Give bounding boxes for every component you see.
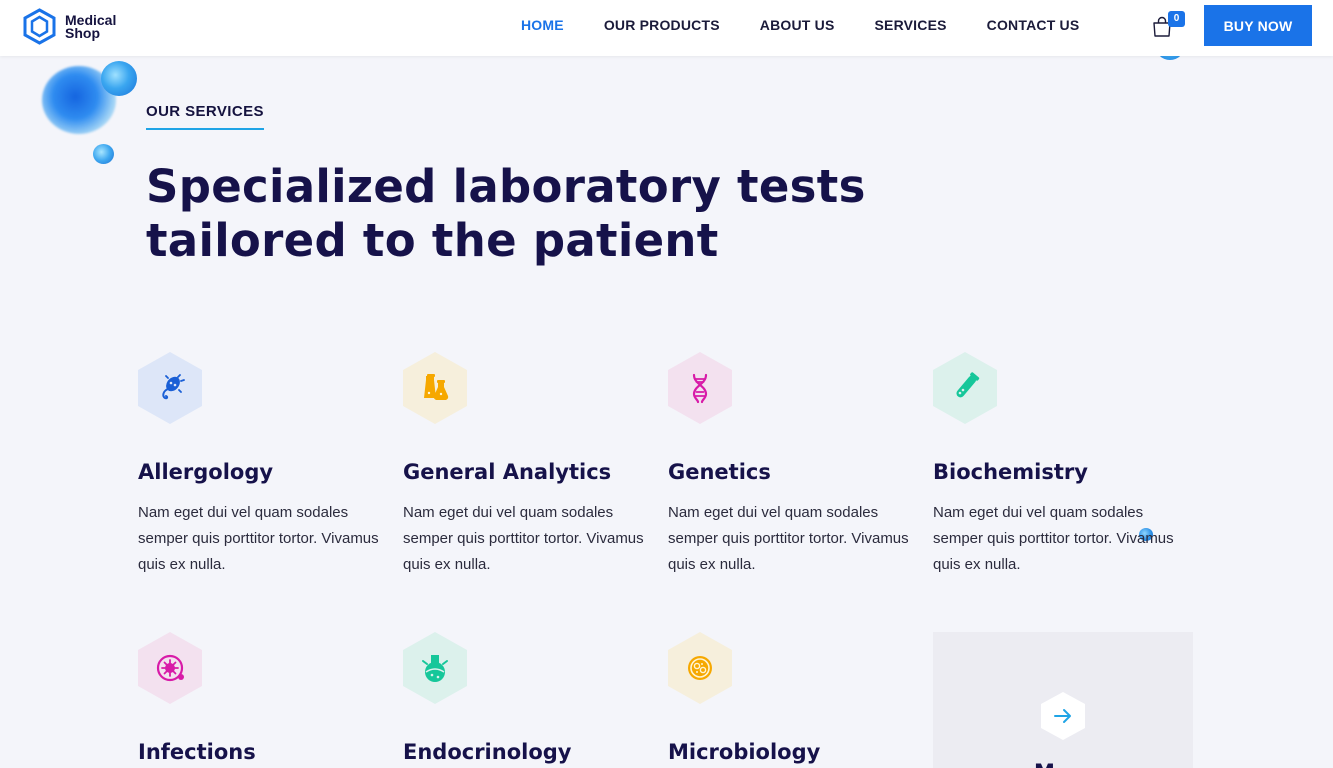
- service-icon-badge: [403, 632, 467, 704]
- service-icon-badge: [138, 632, 202, 704]
- nav-our-products[interactable]: OUR PRODUCTS: [604, 17, 720, 33]
- bacteria-icon: [162, 374, 185, 400]
- main-nav: HOME OUR PRODUCTS ABOUT US SERVICES CONT…: [521, 17, 1119, 33]
- cart-button[interactable]: 0: [1151, 11, 1185, 39]
- service-icon-badge: [933, 352, 997, 424]
- dna-icon: [692, 373, 708, 404]
- buy-now-button[interactable]: BUY NOW: [1204, 5, 1312, 46]
- section-kicker: OUR SERVICES: [146, 103, 264, 130]
- petri-dish-icon: [688, 656, 712, 680]
- section-headline: Specialized laboratory tests tailored to…: [146, 160, 926, 268]
- service-description: Nam eget dui vel quam sodales semper qui…: [403, 504, 644, 573]
- service-icon-badge: [668, 632, 732, 704]
- service-description: Nam eget dui vel quam sodales semper qui…: [668, 504, 909, 573]
- more-card-label: M: [1034, 760, 1055, 768]
- service-title: General Analytics: [403, 460, 612, 484]
- headline-line-2: tailored to the patient: [146, 214, 719, 267]
- lab-flasks-icon: [424, 374, 449, 401]
- round-flask-icon: [422, 655, 448, 682]
- service-card-endocrinology[interactable]: Endocrinology: [403, 632, 653, 768]
- more-arrow-badge: [1041, 692, 1085, 740]
- site-header: Medical Shop HOME OUR PRODUCTS ABOUT US …: [0, 0, 1333, 56]
- service-card-general-analytics[interactable]: General Analytics Nam eget dui vel quam …: [403, 352, 653, 582]
- service-description: Nam eget dui vel quam sodales semper qui…: [933, 504, 1174, 573]
- logo[interactable]: Medical Shop: [23, 8, 116, 45]
- headline-line-1: Specialized laboratory tests: [146, 160, 866, 213]
- arrow-right-icon: [1054, 709, 1071, 723]
- service-icon-badge: [138, 352, 202, 424]
- hexagon-logo-icon: [23, 8, 56, 45]
- logo-line-2: Shop: [65, 24, 100, 41]
- nav-about-us[interactable]: ABOUT US: [760, 17, 835, 33]
- service-card-microbiology[interactable]: Microbiology: [668, 632, 918, 768]
- test-tube-icon: [956, 372, 980, 398]
- more-services-card[interactable]: M: [933, 632, 1193, 768]
- service-title: Biochemistry: [933, 460, 1088, 484]
- service-card-genetics[interactable]: Genetics Nam eget dui vel quam sodales s…: [668, 352, 918, 582]
- service-title: Microbiology: [668, 740, 821, 764]
- nav-contact-us[interactable]: CONTACT US: [987, 17, 1080, 33]
- decorative-blob: [93, 144, 114, 164]
- service-title: Allergology: [138, 460, 274, 484]
- service-description: Nam eget dui vel quam sodales semper qui…: [138, 504, 379, 573]
- decorative-blob: [101, 61, 137, 96]
- virus-icon: [156, 654, 184, 682]
- service-title: Infections: [138, 740, 256, 764]
- service-icon-badge: [668, 352, 732, 424]
- service-title: Genetics: [668, 460, 771, 484]
- nav-services[interactable]: SERVICES: [875, 17, 947, 33]
- service-card-allergology[interactable]: Allergology Nam eget dui vel quam sodale…: [138, 352, 388, 582]
- service-title: Endocrinology: [403, 740, 572, 764]
- logo-text: Medical Shop: [65, 13, 116, 41]
- service-card-infections[interactable]: Infections: [138, 632, 388, 768]
- service-card-biochemistry[interactable]: Biochemistry Nam eget dui vel quam sodal…: [933, 352, 1183, 582]
- service-icon-badge: [403, 352, 467, 424]
- cart-count-badge: 0: [1168, 11, 1185, 27]
- nav-home[interactable]: HOME: [521, 17, 564, 33]
